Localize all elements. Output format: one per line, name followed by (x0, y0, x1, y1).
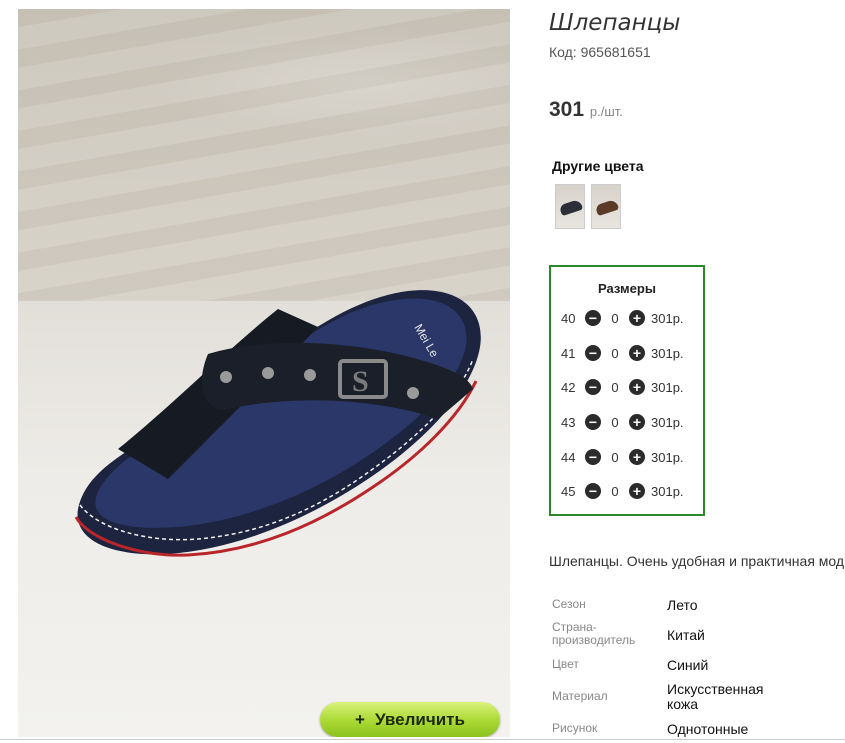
size-label: 45 (561, 483, 576, 499)
sandal-thumb-icon (558, 198, 584, 217)
size-price: 301р. (651, 310, 684, 326)
plus-icon[interactable]: + (629, 449, 645, 465)
sandal-thumb-icon (594, 198, 620, 217)
sandal-image: S Mei Le (74, 290, 481, 557)
property-row: Материал Искусственная кожа (552, 682, 777, 712)
property-value: Искусственная кожа (667, 681, 764, 712)
property-value: Китай (667, 627, 705, 643)
other-colors-label: Другие цвета (552, 158, 644, 174)
product-description: Шлепанцы. Очень удобная и практичная мод (549, 553, 845, 569)
plus-icon[interactable]: + (629, 483, 645, 499)
size-label: 40 (561, 310, 576, 326)
product-price: 301 р./шт. (549, 98, 623, 122)
product-title: Шлепанцы (549, 10, 681, 36)
size-row: 41 − 0 + 301р. (561, 343, 684, 363)
minus-icon[interactable]: − (585, 379, 601, 395)
price-unit: р./шт. (589, 104, 623, 119)
property-row: Рисунок Однотонные (552, 722, 787, 737)
property-key: Сезон (552, 597, 586, 611)
quantity-value: 0 (611, 449, 619, 465)
size-price: 301р. (651, 449, 684, 465)
zoom-button-label: Увеличить (374, 709, 465, 729)
size-label: 42 (561, 379, 576, 395)
plus-icon[interactable]: + (629, 310, 645, 326)
size-price: 301р. (651, 483, 684, 499)
quantity-value: 0 (611, 310, 619, 326)
plus-icon[interactable]: + (629, 379, 645, 395)
page-divider (0, 739, 845, 740)
size-row: 45 − 0 + 301р. (561, 481, 684, 501)
minus-icon[interactable]: − (585, 345, 601, 361)
minus-icon[interactable]: − (585, 449, 601, 465)
color-swatches (555, 184, 621, 229)
rivet (304, 369, 316, 381)
size-label: 41 (561, 345, 576, 361)
size-row: 40 − 0 + 301р. (561, 308, 684, 328)
property-row: Сезон Лето (552, 598, 787, 613)
sizes-title: Размеры (598, 281, 656, 296)
quantity-value: 0 (611, 379, 619, 395)
product-photo[interactable]: S Mei Le + Увеличить (18, 9, 510, 737)
quantity-value: 0 (611, 483, 619, 499)
rivet (407, 387, 419, 399)
minus-icon[interactable]: − (585, 310, 601, 326)
rivet (220, 371, 232, 383)
sizes-panel: Размеры 40 − 0 + 301р. 41 − 0 + 301р. 42… (549, 265, 705, 516)
property-row: Страна-производитель Китай (552, 621, 787, 647)
property-value: Лето (667, 597, 698, 613)
size-row: 43 − 0 + 301р. (561, 412, 684, 432)
buckle-letter: S (352, 365, 369, 398)
minus-icon[interactable]: − (585, 483, 601, 499)
size-label: 44 (561, 449, 576, 465)
size-price: 301р. (651, 379, 684, 395)
quantity-value: 0 (611, 414, 619, 430)
plus-icon[interactable]: + (629, 345, 645, 361)
color-swatch-brown[interactable] (591, 184, 621, 229)
rivet (262, 367, 274, 379)
property-value: Синий (667, 657, 709, 673)
plus-icon[interactable]: + (629, 414, 645, 430)
property-value: Однотонные (667, 721, 749, 737)
size-price: 301р. (651, 414, 684, 430)
property-key: Рисунок (552, 721, 598, 735)
price-value: 301 (549, 98, 585, 121)
quantity-value: 0 (611, 345, 619, 361)
property-key: Цвет (552, 657, 579, 671)
property-key: Страна-производитель (552, 620, 636, 647)
size-row: 44 − 0 + 301р. (561, 447, 684, 467)
product-code: Код: 965681651 (549, 44, 651, 60)
size-label: 43 (561, 414, 576, 430)
color-swatch-dark[interactable] (555, 184, 585, 229)
minus-icon[interactable]: − (585, 414, 601, 430)
zoom-button[interactable]: + Увеличить (320, 702, 500, 737)
size-price: 301р. (651, 345, 684, 361)
size-row: 42 − 0 + 301р. (561, 377, 684, 397)
plus-icon: + (355, 709, 365, 729)
property-row: Цвет Синий (552, 658, 787, 673)
property-key: Материал (552, 689, 608, 703)
